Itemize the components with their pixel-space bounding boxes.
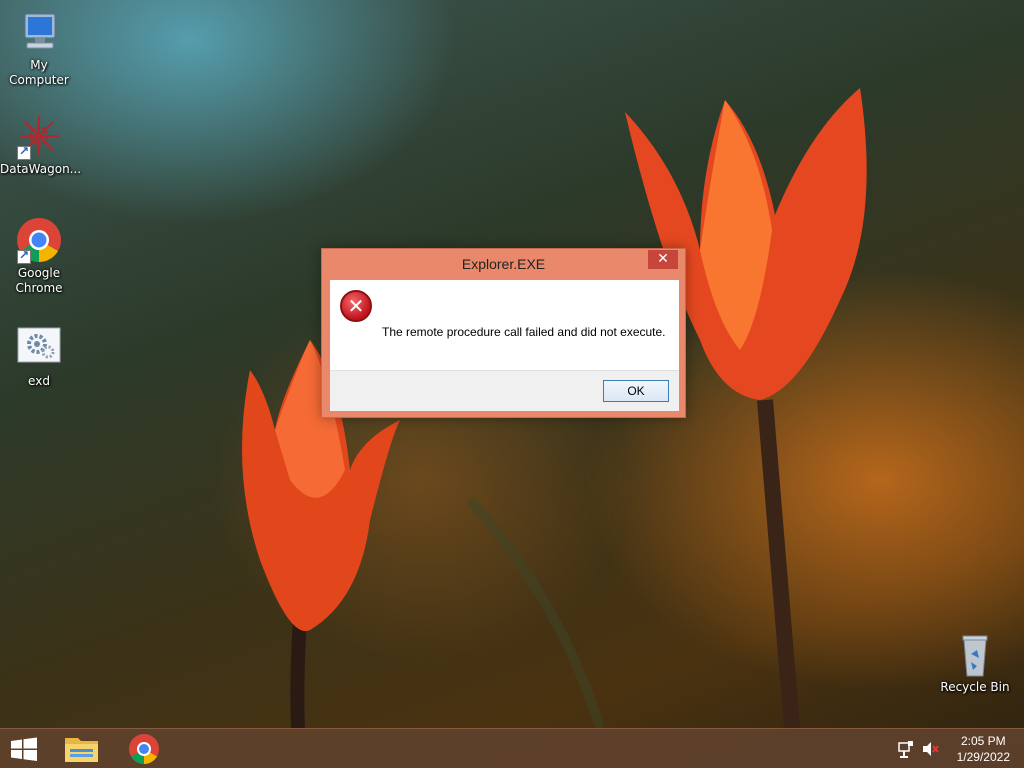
desktop-icon-datawagon[interactable]: DataWagon...: [0, 112, 82, 177]
desktop-icon-label: DataWagon...: [0, 162, 82, 176]
network-icon[interactable]: [896, 729, 916, 768]
close-button[interactable]: ✕: [648, 250, 678, 269]
desktop-icon-google-chrome[interactable]: Google Chrome: [0, 216, 78, 296]
ok-button[interactable]: OK: [603, 380, 669, 402]
computer-icon: [15, 8, 63, 56]
shortcut-arrow-icon: [17, 248, 31, 264]
desktop-icon-label: Google Chrome: [15, 266, 63, 295]
shortcut-arrow-icon: [17, 144, 31, 160]
clock-time: 2:05 PM: [960, 734, 1006, 748]
chrome-icon: [15, 216, 63, 264]
file-explorer-icon: [65, 738, 98, 762]
dialog-message: The remote procedure call failed and did…: [382, 325, 666, 339]
start-button[interactable]: [0, 729, 48, 768]
system-clock[interactable]: 2:05 PM 1/29/2022: [957, 733, 1010, 768]
chrome-icon: [129, 734, 159, 764]
error-icon: ✕: [340, 290, 372, 322]
datawagon-icon: [15, 112, 63, 160]
desktop-icon-recycle-bin[interactable]: Recycle Bin: [936, 632, 1014, 695]
windows-logo-icon: [11, 737, 37, 761]
dialog-footer: OK: [330, 370, 679, 411]
desktop-icon-my-computer[interactable]: My Computer: [0, 8, 78, 88]
desktop-icon-label: My Computer: [9, 58, 69, 87]
clock-date: 1/29/2022: [956, 750, 1010, 764]
desktop-icon-exd[interactable]: exd: [0, 324, 78, 389]
recycle-bin-icon: [951, 632, 999, 678]
desktop-icon-label: Recycle Bin: [940, 680, 1010, 694]
taskbar-chrome[interactable]: [116, 729, 172, 768]
desktop-icon-label: exd: [28, 374, 50, 388]
taskbar: 2:05 PM 1/29/2022: [0, 728, 1024, 768]
error-dialog: Explorer.EXE ✕ ✕ The remote procedure ca…: [321, 248, 686, 418]
dialog-title: Explorer.EXE: [461, 256, 546, 272]
volume-muted-icon[interactable]: [920, 729, 942, 768]
dialog-body: ✕ The remote procedure call failed and d…: [330, 280, 679, 370]
taskbar-file-explorer[interactable]: [54, 729, 110, 768]
settings-file-icon: [15, 324, 63, 372]
